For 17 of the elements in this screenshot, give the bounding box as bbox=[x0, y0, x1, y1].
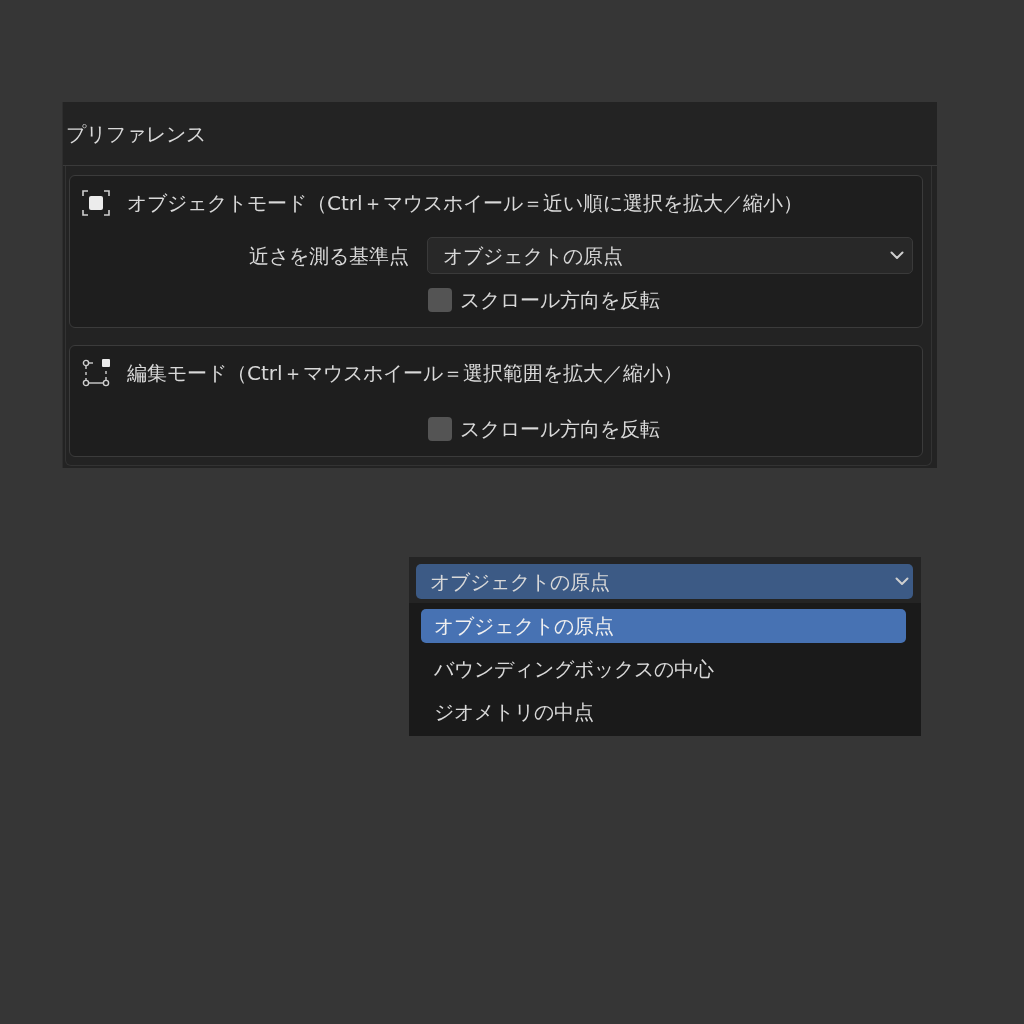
checkbox[interactable] bbox=[428, 417, 452, 441]
chevron-down-icon bbox=[890, 251, 904, 260]
field-label: 近さを測る基準点 bbox=[248, 242, 409, 270]
checkbox-label: スクロール方向を反転 bbox=[460, 416, 660, 443]
menu-item[interactable]: オブジェクトの原点 bbox=[421, 609, 906, 643]
chevron-down-icon bbox=[895, 577, 909, 586]
vertex-frame-icon bbox=[82, 359, 110, 387]
checkbox-label: スクロール方向を反転 bbox=[460, 287, 660, 314]
window-title: プリファレンス bbox=[66, 121, 206, 146]
section-title: オブジェクトモード（Ctrl＋マウスホイール＝近い順に選択を拡大／縮小） bbox=[127, 190, 803, 217]
dropdown[interactable]: オブジェクトの原点 bbox=[427, 237, 913, 274]
menu-item[interactable]: バウンディングボックスの中心 bbox=[421, 647, 906, 690]
bracketed-square-icon bbox=[82, 190, 110, 216]
section-title: 編集モード（Ctrl＋マウスホイール＝選択範囲を拡大／縮小） bbox=[127, 360, 683, 387]
dropdown[interactable]: オブジェクトの原点 bbox=[416, 564, 913, 599]
checkbox[interactable] bbox=[428, 288, 452, 312]
menu-item[interactable]: ジオメトリの中点 bbox=[421, 690, 906, 733]
